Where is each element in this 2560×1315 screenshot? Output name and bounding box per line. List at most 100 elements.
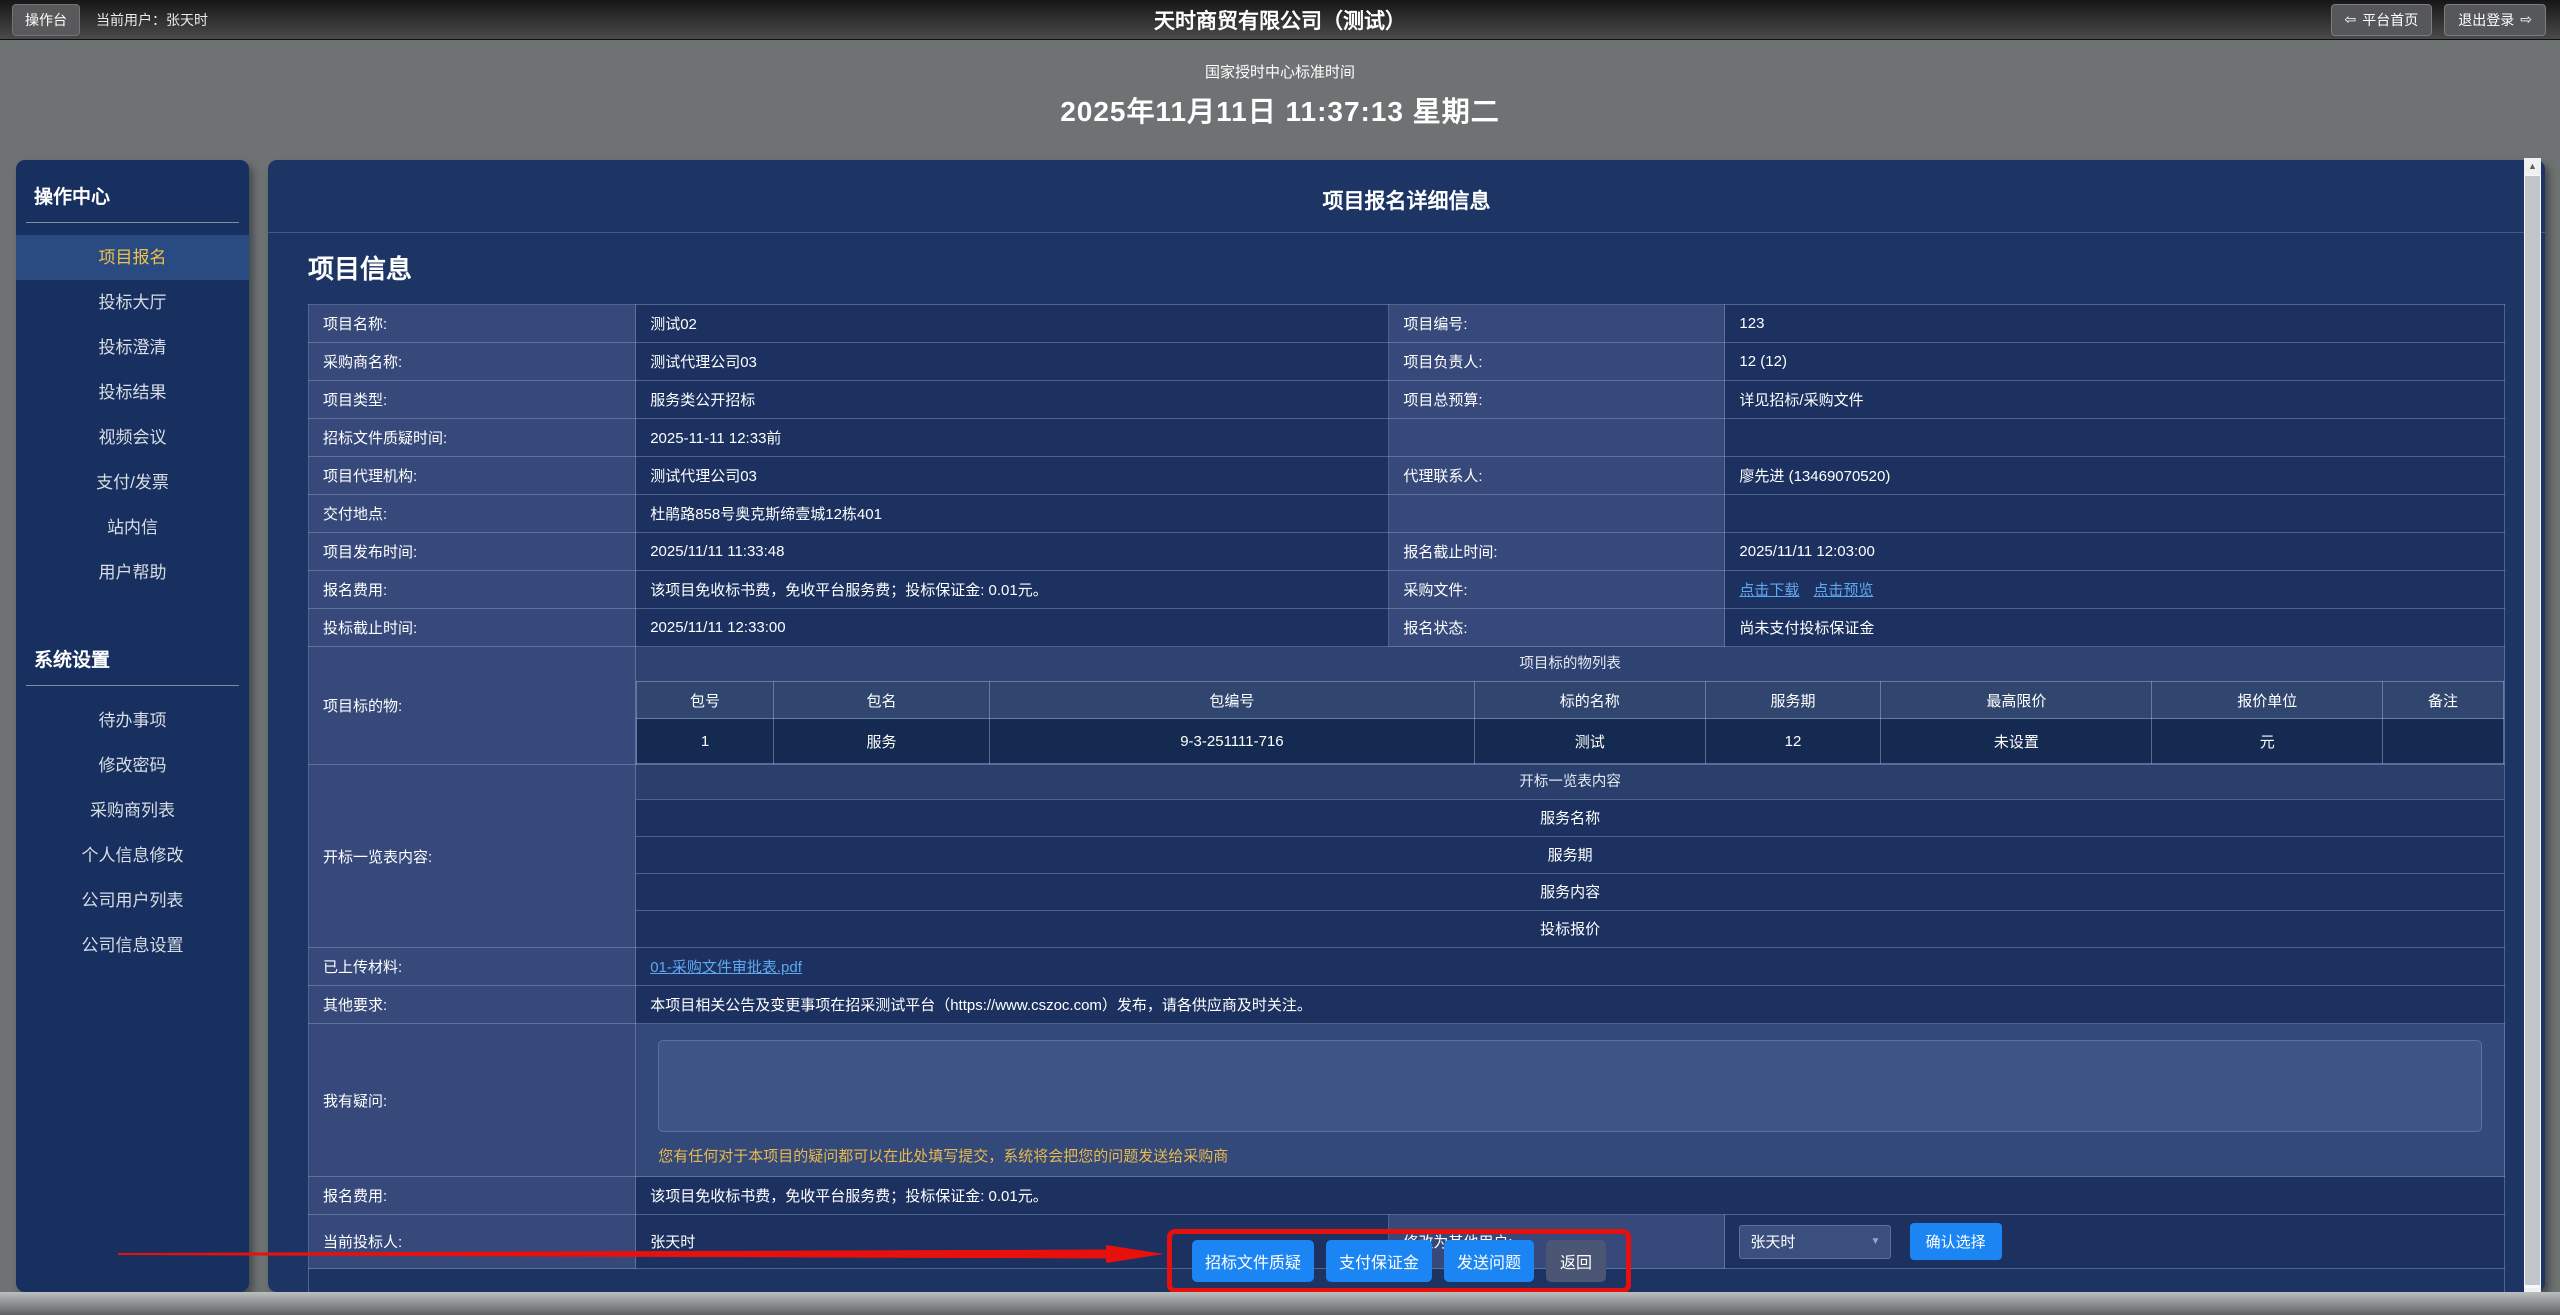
procurement-doc-links: 点击下载点击预览 — [1725, 571, 2505, 609]
bid-form-item: 投标报价 — [636, 910, 2504, 947]
field-label: 项目总预算: — [1389, 381, 1725, 419]
main-panel: 项目报名详细信息 项目信息 项目名称: 测试02 项目编号: 123 采购商名称… — [268, 160, 2545, 1292]
lots-cell-value: 12 — [1705, 719, 1881, 764]
sidebar-item-todo[interactable]: 待办事项 — [16, 698, 249, 743]
field-value: 杜鹃路858号奥克斯缔壹城12栋401 — [636, 495, 1389, 533]
confirm-select-button[interactable]: 确认选择 — [1910, 1223, 2002, 1260]
lots-col-header: 包名 — [773, 682, 989, 719]
send-question-button[interactable]: 发送问题 — [1444, 1240, 1534, 1282]
sidebar-item-profile-edit[interactable]: 个人信息修改 — [16, 833, 249, 878]
clock-area: 国家授时中心标准时间 2025年11月11日 11:37:13 星期二 — [0, 41, 2560, 155]
back-button[interactable]: 返回 — [1546, 1240, 1606, 1282]
page-bottom-gradient — [0, 1292, 2560, 1315]
vertical-scrollbar[interactable]: ▲ ▼ — [2524, 158, 2541, 1305]
clock-datetime: 2025年11月11日 11:37:13 星期二 — [0, 90, 2560, 130]
question-textarea[interactable] — [658, 1040, 2482, 1132]
bid-form-title: 开标一览表内容 — [636, 765, 2504, 799]
field-label: 投标截止时间: — [309, 609, 636, 647]
company-title: 天时商贸有限公司（测试） — [1154, 5, 1406, 35]
uploaded-file-link[interactable]: 01-采购文件审批表.pdf — [650, 959, 802, 976]
sidebar-item-bid-clarify[interactable]: 投标澄清 — [16, 325, 249, 370]
logout-button[interactable]: 退出登录 ⇨ — [2444, 4, 2546, 36]
sidebar-item-video-meeting[interactable]: 视频会议 — [16, 415, 249, 460]
field-value: 详见招标/采购文件 — [1725, 381, 2505, 419]
lots-table: 包号 包名 包编号 标的名称 服务期 最高限价 报价单位 备注 1 服务 9-3… — [636, 681, 2504, 764]
table-row: 招标文件质疑时间: 2025-11-11 12:33前 — [309, 419, 2505, 457]
sidebar-header-operations: 操作中心 — [26, 160, 239, 223]
lots-cell-value — [2383, 719, 2504, 764]
user-dropdown-value: 张天时 — [1750, 1231, 1870, 1252]
table-row: 投标截止时间: 2025/11/11 12:33:00 报名状态: 尚未支付投标… — [309, 609, 2505, 647]
fee-label: 报名费用: — [309, 1177, 636, 1215]
signup-status-value: 尚未支付投标保证金 — [1725, 609, 2505, 647]
field-value: 测试代理公司03 — [636, 457, 1389, 495]
question-hint: 您有任何对于本项目的疑问都可以在此处填写提交，系统将会把您的问题发送给采购商 — [658, 1145, 2482, 1166]
sidebar-item-messages[interactable]: 站内信 — [16, 505, 249, 550]
lots-cell-value: 测试 — [1474, 719, 1705, 764]
sidebar-item-bid-hall[interactable]: 投标大厅 — [16, 280, 249, 325]
fee-value: 该项目免收标书费，免收平台服务费；投标保证金: 0.01元。 — [636, 1177, 2505, 1215]
table-row: 项目名称: 测试02 项目编号: 123 — [309, 305, 2505, 343]
sidebar-header-settings: 系统设置 — [26, 623, 239, 686]
platform-home-label: 平台首页 — [2362, 10, 2418, 30]
field-value: 测试代理公司03 — [636, 343, 1389, 381]
current-user-label: 当前用户：张天时 — [96, 10, 208, 30]
fee-row: 报名费用: 该项目免收标书费，免收平台服务费；投标保证金: 0.01元。 — [309, 1177, 2505, 1215]
bid-form-item: 服务名称 — [636, 799, 2504, 836]
bid-form-item: 服务内容 — [636, 873, 2504, 910]
user-dropdown[interactable]: 张天时 ▼ — [1739, 1225, 1891, 1259]
field-value: 廖先进 (13469070520) — [1725, 457, 2505, 495]
sidebar-item-pay-invoice[interactable]: 支付/发票 — [16, 460, 249, 505]
sidebar-settings-items: 待办事项 修改密码 采购商列表 个人信息修改 公司用户列表 公司信息设置 — [16, 698, 249, 968]
field-label: 采购商名称: — [309, 343, 636, 381]
logout-label: 退出登录 — [2458, 10, 2514, 30]
field-label: 报名费用: — [309, 571, 636, 609]
question-area: 您有任何对于本项目的疑问都可以在此处填写提交，系统将会把您的问题发送给采购商 — [636, 1024, 2505, 1177]
bid-form-label: 开标一览表内容: — [309, 765, 636, 948]
other-requirements-value: 本项目相关公告及变更事项在招采测试平台（https://www.cszoc.co… — [636, 986, 2505, 1024]
preview-doc-link[interactable]: 点击预览 — [1813, 582, 1873, 599]
sidebar-item-bid-results[interactable]: 投标结果 — [16, 370, 249, 415]
lots-cell-value: 元 — [2152, 719, 2383, 764]
field-label: 项目负责人: — [1389, 343, 1725, 381]
field-label — [1389, 495, 1725, 533]
challenge-doc-button[interactable]: 招标文件质疑 — [1192, 1240, 1314, 1282]
sidebar-item-user-help[interactable]: 用户帮助 — [16, 550, 249, 595]
highlighted-actions-box: 招标文件质疑 支付保证金 发送问题 返回 — [1167, 1229, 1631, 1293]
lots-cell-value: 服务 — [773, 719, 989, 764]
lots-cell-value: 未设置 — [1881, 719, 2152, 764]
field-value: 2025/11/11 11:33:48 — [636, 533, 1389, 571]
console-button[interactable]: 操作台 — [12, 4, 80, 36]
field-label: 交付地点: — [309, 495, 636, 533]
download-doc-link[interactable]: 点击下载 — [1739, 582, 1799, 599]
platform-home-button[interactable]: ⇦ 平台首页 — [2331, 4, 2433, 36]
field-value: 123 — [1725, 305, 2505, 343]
sidebar-item-company-users[interactable]: 公司用户列表 — [16, 878, 249, 923]
lots-col-header: 最高限价 — [1881, 682, 2152, 719]
sidebar-item-change-password[interactable]: 修改密码 — [16, 743, 249, 788]
sidebar-item-purchaser-list[interactable]: 采购商列表 — [16, 788, 249, 833]
topbar: 操作台 当前用户：张天时 天时商贸有限公司（测试） ⇦ 平台首页 退出登录 ⇨ — [0, 0, 2560, 40]
field-label — [1389, 419, 1725, 457]
scrollbar-thumb[interactable] — [2525, 176, 2540, 1285]
bid-form-container: 开标一览表内容 服务名称 服务期 服务内容 投标报价 — [636, 765, 2505, 948]
field-label: 报名状态: — [1389, 609, 1725, 647]
back-arrow-icon: ⇦ — [2345, 11, 2357, 28]
table-row: 项目发布时间: 2025/11/11 11:33:48 报名截止时间: 2025… — [309, 533, 2505, 571]
scroll-up-icon[interactable]: ▲ — [2524, 158, 2541, 175]
lots-col-header: 标的名称 — [1474, 682, 1705, 719]
field-label: 项目代理机构: — [309, 457, 636, 495]
field-value: 12 (12) — [1725, 343, 2505, 381]
sidebar: 操作中心 项目报名 投标大厅 投标澄清 投标结果 视频会议 支付/发票 站内信 … — [16, 160, 249, 1292]
topbar-actions: ⇦ 平台首页 退出登录 ⇨ — [2331, 4, 2546, 36]
bid-form-item: 服务期 — [636, 836, 2504, 873]
project-info-heading: 项目信息 — [308, 249, 2545, 286]
table-row: 报名费用: 该项目免收标书费，免收平台服务费；投标保证金: 0.01元。 采购文… — [309, 571, 2505, 609]
sidebar-item-project-signup[interactable]: 项目报名 — [16, 235, 249, 280]
field-value: 2025-11-11 12:33前 — [636, 419, 1389, 457]
field-label: 采购文件: — [1389, 571, 1725, 609]
sidebar-item-company-info[interactable]: 公司信息设置 — [16, 923, 249, 968]
uploaded-row: 已上传材料: 01-采购文件审批表.pdf — [309, 948, 2505, 986]
pay-deposit-button[interactable]: 支付保证金 — [1326, 1240, 1432, 1282]
field-label: 项目编号: — [1389, 305, 1725, 343]
